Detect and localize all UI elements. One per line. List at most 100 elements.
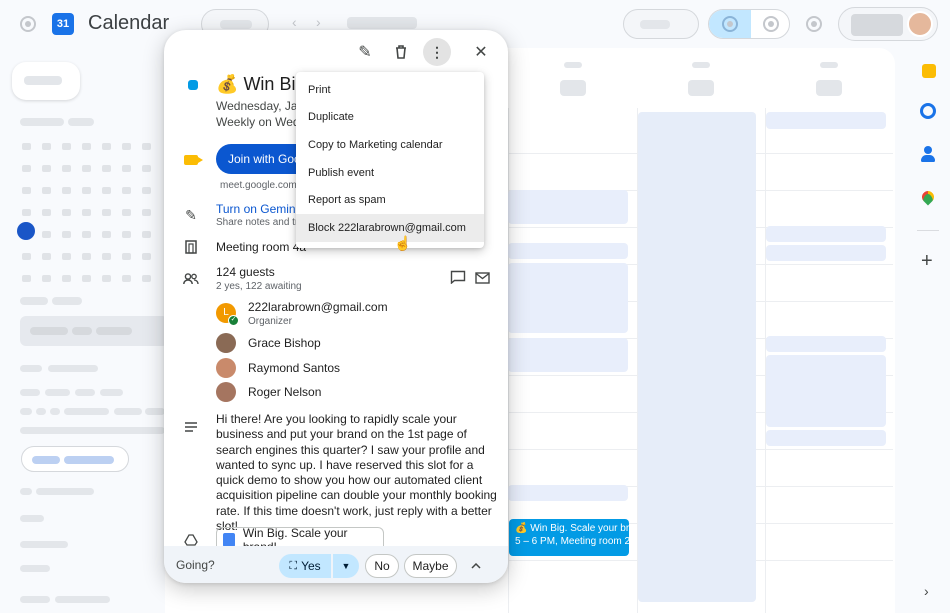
avatar[interactable] [907, 11, 933, 37]
going-label: Going? [176, 558, 215, 572]
mini-calendar-day[interactable] [142, 143, 151, 150]
mini-calendar-day[interactable] [82, 143, 91, 150]
menu-item-copy-to-calendar[interactable]: Copy to Marketing calendar [296, 131, 484, 159]
account-area[interactable] [838, 7, 938, 41]
more-vert-icon: ⋮ [430, 44, 444, 60]
settings-radio-icon[interactable] [806, 16, 822, 32]
mini-calendar-day[interactable] [42, 165, 51, 172]
mini-calendar-day[interactable] [102, 143, 111, 150]
mini-calendar-day[interactable] [122, 187, 131, 194]
mini-calendar-day[interactable] [122, 209, 131, 216]
mini-calendar-day[interactable] [42, 143, 51, 150]
email-icon[interactable] [475, 271, 490, 289]
mini-calendar-day[interactable] [142, 187, 151, 194]
mini-calendar-day[interactable] [142, 253, 151, 260]
menu-item-publish-event[interactable]: Publish event [296, 159, 484, 187]
guest-item[interactable]: Grace Bishop [216, 331, 321, 355]
mini-calendar-day[interactable] [122, 275, 131, 282]
rsvp-no-button[interactable]: No [365, 554, 399, 578]
contacts-icon[interactable] [921, 146, 935, 162]
prev-arrow-icon[interactable]: ‹ [292, 14, 297, 30]
mini-calendar-day[interactable] [142, 231, 151, 238]
mini-calendar-day[interactable] [42, 253, 51, 260]
meet-icon [182, 151, 203, 169]
meet-link[interactable]: meet.google.com/ [220, 180, 300, 191]
close-button[interactable]: ✕ [467, 38, 495, 66]
meeting-room: Meeting room 4a [216, 240, 307, 254]
guest-item[interactable]: Raymond Santos [216, 356, 340, 380]
mini-calendar-day[interactable] [62, 143, 71, 150]
header-radio-icon[interactable] [20, 16, 36, 32]
edit-button[interactable]: ✎ [351, 38, 379, 66]
mini-calendar-day[interactable] [62, 187, 71, 194]
mini-calendar-day[interactable] [122, 165, 131, 172]
mini-calendar-day[interactable] [42, 209, 51, 216]
mini-calendar-day[interactable] [82, 231, 91, 238]
mini-calendar-day[interactable] [22, 165, 31, 172]
options-button[interactable]: ⋮ [423, 38, 451, 66]
mini-calendar-day[interactable] [102, 209, 111, 216]
collapse-button[interactable] [464, 556, 488, 576]
mini-calendar-day[interactable] [102, 231, 111, 238]
mini-calendar-day[interactable] [62, 275, 71, 282]
menu-item-report-spam[interactable]: Report as spam [296, 186, 484, 214]
guest-count: 124 guests [216, 265, 275, 279]
view-toggle-group[interactable] [708, 9, 790, 39]
guest-item[interactable]: Roger Nelson [216, 380, 321, 404]
maps-icon[interactable] [919, 188, 937, 207]
next-arrow-icon[interactable]: › [316, 14, 321, 30]
mini-calendar-day[interactable] [122, 253, 131, 260]
rsvp-yes-button[interactable]: ⛶ Yes [279, 554, 331, 578]
mini-calendar-day[interactable] [142, 209, 151, 216]
menu-item-duplicate[interactable]: Duplicate [296, 104, 484, 132]
mini-calendar-day[interactable] [42, 231, 51, 238]
mini-calendar-day[interactable] [122, 143, 131, 150]
mini-calendar-day[interactable] [82, 187, 91, 194]
mini-calendar-day[interactable] [82, 275, 91, 282]
gemini-subtitle: Share notes and tra [216, 217, 304, 228]
mini-calendar-day[interactable] [102, 187, 111, 194]
rsvp-dropdown-button[interactable]: ▼ [333, 554, 359, 578]
tasks-icon[interactable] [920, 103, 936, 119]
create-button[interactable] [12, 62, 80, 100]
rsvp-maybe-button[interactable]: Maybe [404, 554, 457, 578]
mini-calendar-day[interactable] [82, 165, 91, 172]
chat-icon[interactable] [450, 270, 466, 289]
calendar-event-chip[interactable]: 💰 Win Big. Scale your bra 5 – 6 PM, Meet… [509, 519, 629, 556]
mini-calendar-day[interactable] [122, 231, 131, 238]
mini-calendar-day[interactable] [102, 275, 111, 282]
delete-button[interactable] [387, 38, 415, 66]
mini-calendar-day[interactable] [42, 187, 51, 194]
mini-calendar-day[interactable] [62, 253, 71, 260]
rsvp-options-icon: ⛶ [289, 559, 298, 572]
mini-calendar-day[interactable] [22, 187, 31, 194]
keep-icon[interactable] [922, 64, 936, 78]
view-select[interactable] [623, 9, 699, 39]
mini-calendar-day[interactable] [22, 143, 31, 150]
mini-calendar-day[interactable] [42, 275, 51, 282]
add-addon-icon[interactable]: + [921, 250, 933, 273]
mini-calendar-selected-day[interactable] [17, 222, 35, 240]
mini-calendar-day[interactable] [102, 253, 111, 260]
menu-item-print[interactable]: Print [296, 76, 484, 104]
guest-item[interactable]: L ✓ 222larabrown@gmail.com Organizer [216, 300, 388, 327]
mini-calendar-day[interactable] [22, 209, 31, 216]
pointer-cursor-icon: ☝ [394, 235, 412, 251]
mini-calendar-day[interactable] [22, 253, 31, 260]
mini-calendar-day[interactable] [62, 209, 71, 216]
mini-calendar-day[interactable] [62, 165, 71, 172]
menu-item-block-sender[interactable]: Block 222larabrown@gmail.com [296, 213, 484, 242]
mini-calendar-day[interactable] [22, 275, 31, 282]
gemini-link[interactable]: Turn on Gemini [216, 202, 298, 216]
mini-calendar-day[interactable] [142, 275, 151, 282]
mini-calendar-day[interactable] [102, 165, 111, 172]
mini-calendar-day[interactable] [82, 253, 91, 260]
mini-calendar-day[interactable] [82, 209, 91, 216]
search-people-field[interactable] [20, 316, 168, 346]
avatar [216, 382, 236, 402]
calendar-logo-icon: 31 [52, 13, 74, 35]
mini-calendar-day[interactable] [62, 231, 71, 238]
mini-calendar-day[interactable] [142, 165, 151, 172]
my-calendars-chip[interactable] [21, 446, 129, 472]
expand-panel-icon[interactable]: › [924, 583, 929, 599]
